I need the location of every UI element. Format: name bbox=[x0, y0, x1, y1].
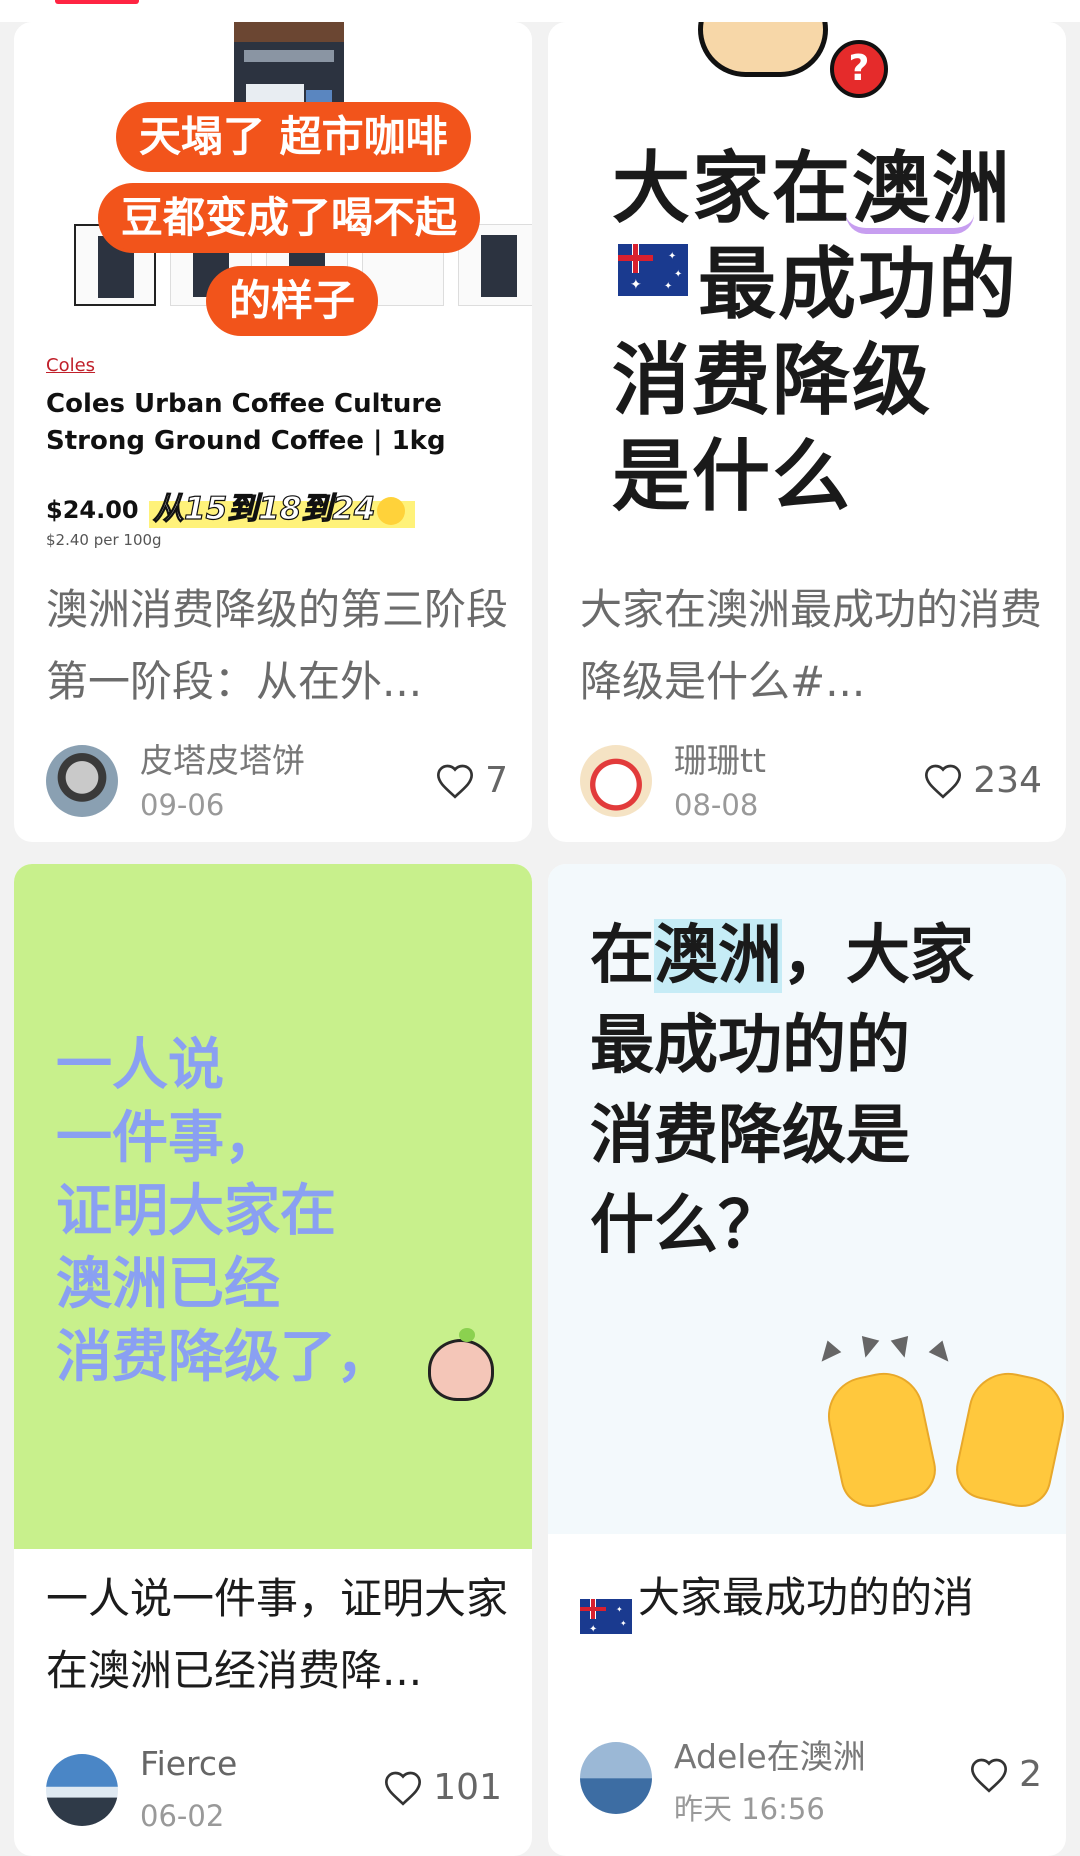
australia-flag-icon: ✦ ✦ ✦ ✦ bbox=[618, 244, 688, 296]
product-price: $24.00 bbox=[46, 496, 139, 524]
note-card-4[interactable]: 在澳洲，大家 最成功的的 消费降级是 什么？ ✦✦✦ 大家最成功的的消费降级是什… bbox=[548, 864, 1066, 1856]
heart-icon bbox=[925, 764, 962, 799]
like-count: 7 bbox=[485, 760, 508, 801]
cover-text-line: 什么？ bbox=[590, 1189, 782, 1263]
landscape-avatar[interactable] bbox=[46, 1754, 118, 1826]
cartoon-cat-image bbox=[698, 22, 828, 77]
beach-cat-avatar[interactable] bbox=[580, 1742, 652, 1814]
note-title[interactable]: ✦✦✦ 大家最成功的的消费降级是什么！？ ... bbox=[580, 1562, 1042, 1634]
store-link: Coles bbox=[46, 355, 96, 376]
cover-text-line: 在澳洲，大家 bbox=[590, 919, 974, 993]
heart-icon bbox=[437, 764, 474, 799]
cover-text-line: 一件事， bbox=[56, 1106, 280, 1171]
crying-face-icon bbox=[377, 496, 406, 525]
unit-price: $2.40 per 100g bbox=[46, 531, 162, 549]
post-date: 06-02 bbox=[140, 1799, 225, 1833]
question-badge: ? bbox=[830, 40, 888, 98]
note-card-2[interactable]: ? 大家在澳洲 ✦ ✦ ✦ ✦ 最成功的 消费降级 是什么 大家在澳洲最成功的消费降级… bbox=[548, 22, 1066, 842]
cover-text-line: 澳洲已经 bbox=[56, 1252, 280, 1317]
like-button[interactable]: 234 bbox=[923, 760, 1042, 801]
author-name[interactable]: Fierce bbox=[140, 1744, 237, 1783]
like-button[interactable]: 101 bbox=[383, 1767, 502, 1808]
note-title[interactable]: 澳洲消费降级的第三阶段 第一阶段：从在外... bbox=[46, 574, 508, 718]
active-tab-indicator bbox=[55, 0, 139, 4]
handwritten-note: 从15到18到24 bbox=[149, 483, 416, 528]
author-name[interactable]: 皮塔皮塔饼 bbox=[140, 734, 305, 782]
like-count: 234 bbox=[973, 760, 1042, 801]
cover-text-line: 证明大家在 bbox=[56, 1179, 336, 1244]
dog-avatar[interactable] bbox=[46, 745, 118, 817]
post-date: 08-08 bbox=[674, 788, 759, 822]
highlighted-word: 澳洲 bbox=[654, 919, 782, 993]
note-cover-image[interactable]: 一人说 一件事， 证明大家在 澳洲已经 消费降级了， bbox=[14, 864, 532, 1549]
cover-text-line: 最成功的的 bbox=[590, 1009, 910, 1083]
author-name[interactable]: 珊珊tt bbox=[674, 734, 766, 782]
overlay-text-line: 天塌了 超市咖啡 bbox=[119, 105, 468, 169]
note-card-3[interactable]: 一人说 一件事， 证明大家在 澳洲已经 消费降级了， 一人说一件事，证明大家在澳… bbox=[14, 864, 532, 1856]
top-bar bbox=[0, 0, 1080, 22]
cover-text-line: 消费降级了， bbox=[56, 1325, 392, 1390]
note-title[interactable]: 一人说一件事，证明大家在澳洲已经消费降... bbox=[46, 1563, 508, 1707]
cover-text-line: 是什么 bbox=[612, 432, 853, 522]
hello-kitty-avatar[interactable] bbox=[580, 745, 652, 817]
product-name: Coles Urban Coffee Culture Strong Ground… bbox=[46, 389, 446, 456]
heart-icon bbox=[385, 1771, 422, 1806]
like-button[interactable]: 7 bbox=[435, 760, 508, 801]
cover-text-line: 一人说 bbox=[56, 1033, 224, 1098]
like-button[interactable]: 2 bbox=[969, 1754, 1042, 1795]
overlay-text-line: 的样子 bbox=[209, 269, 376, 333]
cover-text-line: 消费降级是 bbox=[590, 1099, 910, 1173]
like-count: 2 bbox=[1019, 1754, 1042, 1795]
post-date: 09-06 bbox=[140, 788, 225, 822]
note-cover-image[interactable]: 在澳洲，大家 最成功的的 消费降级是 什么？ bbox=[548, 864, 1066, 1534]
author-name[interactable]: Adele在澳洲 bbox=[674, 1730, 866, 1778]
note-cover-image[interactable]: ? 大家在澳洲 ✦ ✦ ✦ ✦ 最成功的 消费降级 是什么 bbox=[548, 22, 1066, 562]
like-count: 101 bbox=[433, 1767, 502, 1808]
post-date: 昨天 16:56 bbox=[674, 1792, 825, 1826]
note-title[interactable]: 大家在澳洲最成功的消费降级是什么#... bbox=[580, 574, 1042, 718]
note-card-1[interactable]: 天塌了 超市咖啡 豆都变成了喝不起 的样子 Coles Coles Urban … bbox=[14, 22, 532, 842]
note-cover-image[interactable]: 天塌了 超市咖啡 豆都变成了喝不起 的样子 Coles Coles Urban … bbox=[14, 22, 532, 562]
feed-page: 天塌了 超市咖啡 豆都变成了喝不起 的样子 Coles Coles Urban … bbox=[0, 0, 1080, 1856]
raised-hands-icon bbox=[813, 1336, 1066, 1513]
heart-icon bbox=[971, 1758, 1008, 1793]
peach-sticker-icon bbox=[428, 1328, 494, 1401]
overlay-text-line: 豆都变成了喝不起 bbox=[101, 186, 478, 250]
